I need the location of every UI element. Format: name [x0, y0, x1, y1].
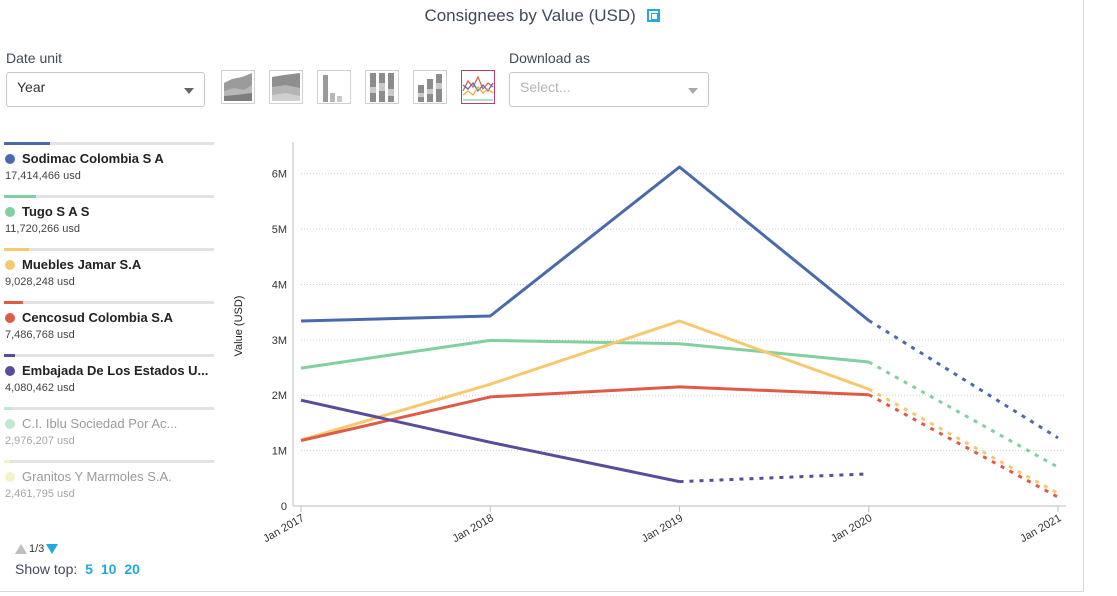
y-tick-label: 4M: [272, 279, 287, 291]
line-chart: 0 1M 2M 3M 4M 5M 6M Value (USD) Jan 2017 Jan 2018…: [233, 142, 1066, 545]
legend-share-bar: [4, 142, 51, 145]
y-tick-label: 5M: [272, 224, 287, 236]
legend-name: C.I. Iblu Sociedad Por Ac...: [22, 416, 178, 431]
legend-share-bar: [4, 407, 13, 410]
legend-track: [4, 195, 214, 198]
chart-type-percent-bar[interactable]: [365, 70, 399, 104]
series-forecast-line: [679, 472, 869, 484]
series-forecast-line: [868, 393, 1059, 499]
download-select[interactable]: Select...: [509, 72, 709, 107]
legend-name: Cencosud Colombia S.A: [22, 310, 173, 325]
line-chart-icon: [462, 75, 494, 101]
series-line: [300, 398, 680, 484]
legend-track: [4, 248, 214, 251]
x-tick-label: Jan 2020: [829, 512, 874, 545]
date-unit-select[interactable]: Year: [6, 72, 205, 107]
page-up-icon[interactable]: [15, 544, 27, 554]
legend-track: [4, 301, 214, 304]
legend-name: Embajada De Los Estados U...: [22, 363, 209, 378]
legend-share-bar: [4, 195, 36, 198]
legend-item[interactable]: Embajada De Los Estados U... 4,080,462 u…: [4, 354, 216, 407]
x-tick-label: Jan 2018: [451, 512, 496, 545]
legend-name: Tugo S A S: [22, 204, 90, 219]
y-tick-label: 3M: [272, 335, 287, 347]
legend-name: Granitos Y Marmoles S.A.: [22, 469, 172, 484]
legend-dot: [5, 154, 15, 164]
legend-track: [4, 407, 214, 410]
external-link-icon[interactable]: [646, 9, 660, 22]
legend: Sodimac Colombia S A 17,414,466 usd Tugo…: [4, 142, 216, 513]
legend-value: 17,414,466 usd: [5, 170, 81, 182]
chart-title: Consignees by Value (USD): [0, 6, 1084, 26]
bar-chart-icon: [323, 75, 342, 102]
legend-dot: [5, 419, 15, 429]
legend-dot: [5, 260, 15, 270]
legend-item[interactable]: C.I. Iblu Sociedad Por Ac... 2,976,207 u…: [4, 407, 216, 460]
legend-dot: [5, 207, 15, 217]
chart-type-stacked-bar[interactable]: [413, 70, 447, 104]
legend-pager: 1/3: [15, 543, 59, 555]
stacked-bar-icon: [418, 74, 442, 102]
chevron-down-icon: [688, 88, 698, 94]
y-tick-label: 6M: [272, 169, 287, 181]
chart-type-bar[interactable]: [317, 70, 351, 104]
legend-value: 4,080,462 usd: [5, 382, 75, 394]
legend-item[interactable]: Sodimac Colombia S A 17,414,466 usd: [4, 142, 216, 195]
legend-share-bar: [4, 460, 11, 463]
chevron-down-icon: [184, 88, 194, 94]
chart-type-line[interactable]: [461, 70, 495, 104]
legend-value: 2,461,795 usd: [5, 488, 75, 500]
legend-dot: [5, 313, 15, 323]
legend-item[interactable]: Tugo S A S 11,720,266 usd: [4, 195, 216, 248]
series-forecast-line: [868, 387, 1059, 495]
show-top: Show top: 5 10 20: [15, 561, 140, 577]
series-line: [300, 165, 870, 323]
legend-name: Muebles Jamar S.A: [22, 257, 142, 272]
legend-share-bar: [4, 248, 30, 251]
legend-value: 9,028,248 usd: [5, 276, 75, 288]
x-tick-label: Jan 2021: [1018, 512, 1063, 545]
legend-item[interactable]: Cencosud Colombia S.A 7,486,768 usd: [4, 301, 216, 354]
show-top-20[interactable]: 20: [124, 561, 140, 577]
legend-share-bar: [4, 354, 15, 357]
legend-value: 2,976,207 usd: [5, 435, 75, 447]
show-top-label: Show top:: [15, 561, 78, 577]
y-tick-label: 1M: [272, 446, 287, 458]
y-tick-label: 0: [281, 501, 287, 513]
date-unit-value: Year: [17, 79, 46, 95]
legend-item[interactable]: Granitos Y Marmoles S.A. 2,461,795 usd: [4, 460, 216, 513]
chart-type-stacked-area[interactable]: [221, 70, 255, 104]
download-placeholder: Select...: [520, 79, 571, 95]
legend-value: 7,486,768 usd: [5, 329, 75, 341]
series-line: [300, 338, 869, 370]
legend-value: 11,720,266 usd: [5, 223, 81, 235]
download-label: Download as: [509, 50, 590, 66]
legend-dot: [5, 472, 15, 482]
legend-item[interactable]: Muebles Jamar S.A 9,028,248 usd: [4, 248, 216, 301]
percent-bar-icon: [370, 73, 394, 102]
x-tick-label: Jan 2019: [640, 512, 685, 545]
legend-share-bar: [4, 301, 23, 304]
x-tick-label: Jan 2017: [261, 512, 306, 545]
y-tick-label: 2M: [272, 390, 287, 402]
legend-track: [4, 354, 214, 357]
chart-type-percent-area[interactable]: [269, 70, 303, 104]
y-axis-label: Value (USD): [233, 296, 245, 357]
legend-name: Sodimac Colombia S A: [22, 151, 164, 166]
show-top-10[interactable]: 10: [101, 561, 117, 577]
date-unit-label: Date unit: [6, 50, 63, 66]
percent-area-icon: [272, 73, 300, 101]
stacked-area-icon: [224, 73, 252, 101]
chart-title-text: Consignees by Value (USD): [424, 6, 636, 25]
pager-label: 1/3: [29, 543, 45, 555]
legend-track: [4, 460, 214, 463]
show-top-5[interactable]: 5: [85, 561, 93, 577]
legend-dot: [5, 366, 15, 376]
page-down-icon[interactable]: [46, 544, 59, 554]
